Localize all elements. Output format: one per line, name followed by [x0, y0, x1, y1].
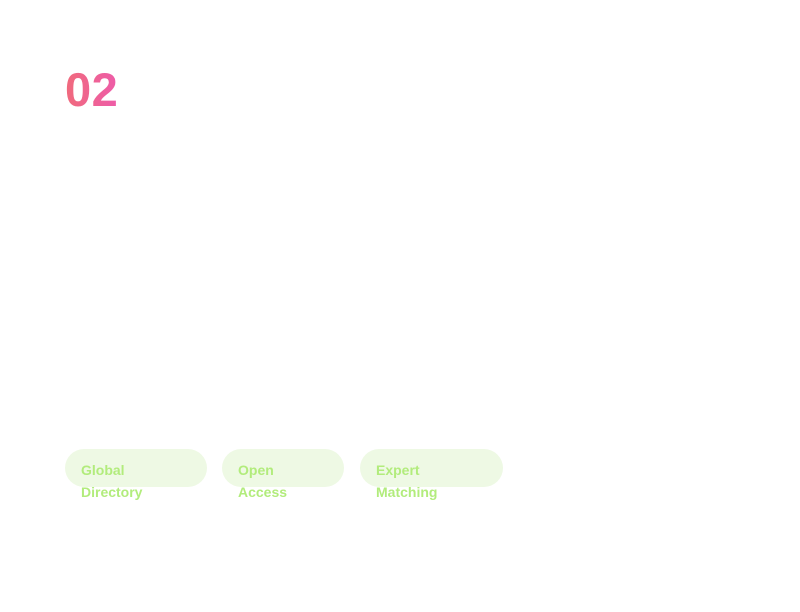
- tag-expert-matching[interactable]: Expert Matching: [360, 449, 503, 500]
- tag-label: Global Directory: [81, 462, 143, 500]
- tag-open-access[interactable]: Open Access: [222, 449, 344, 500]
- slide-number: 02: [65, 63, 119, 116]
- tag-global-directory[interactable]: Global Directory: [65, 449, 207, 500]
- tag-label: Expert Matching: [376, 462, 438, 500]
- tag-label: Open Access: [238, 462, 288, 500]
